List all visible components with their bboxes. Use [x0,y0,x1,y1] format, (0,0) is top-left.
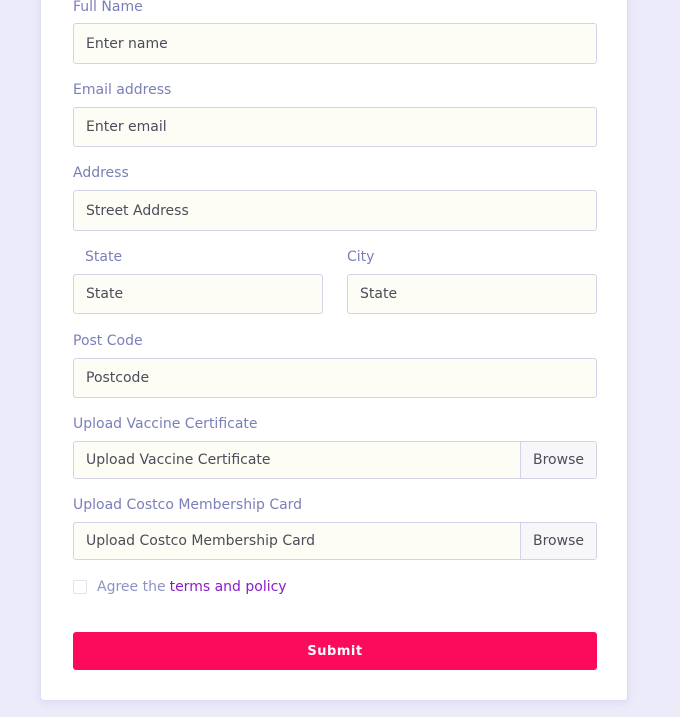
vaccine-file-placeholder: Upload Vaccine Certificate [86,452,271,468]
full-name-input[interactable] [73,23,597,64]
state-label: State [85,249,123,265]
vaccine-browse-button[interactable]: Browse [520,442,596,478]
city-label: City [347,249,375,265]
email-input[interactable] [73,107,597,147]
agree-checkbox[interactable] [73,580,87,594]
agree-text: Agree the [97,579,166,595]
city-input[interactable] [347,274,597,314]
submit-button[interactable]: Submit [73,632,597,670]
costco-file-input[interactable]: Upload Costco Membership Card Browse [73,522,597,560]
postcode-input[interactable] [73,358,597,398]
email-label: Email address [73,82,172,98]
costco-upload-label: Upload Costco Membership Card [73,497,303,513]
costco-browse-button[interactable]: Browse [520,523,596,559]
full-name-label: Full Name [73,0,143,15]
street-address-input[interactable] [73,190,597,231]
vaccine-file-input[interactable]: Upload Vaccine Certificate Browse [73,441,597,479]
costco-file-placeholder: Upload Costco Membership Card [86,533,316,549]
agree-row: Agree the terms and policy [73,578,287,596]
vaccine-upload-label: Upload Vaccine Certificate [73,416,258,432]
state-input[interactable] [73,274,323,314]
terms-policy-link[interactable]: terms and policy [170,579,287,595]
postcode-label: Post Code [73,333,143,349]
address-label: Address [73,165,129,181]
